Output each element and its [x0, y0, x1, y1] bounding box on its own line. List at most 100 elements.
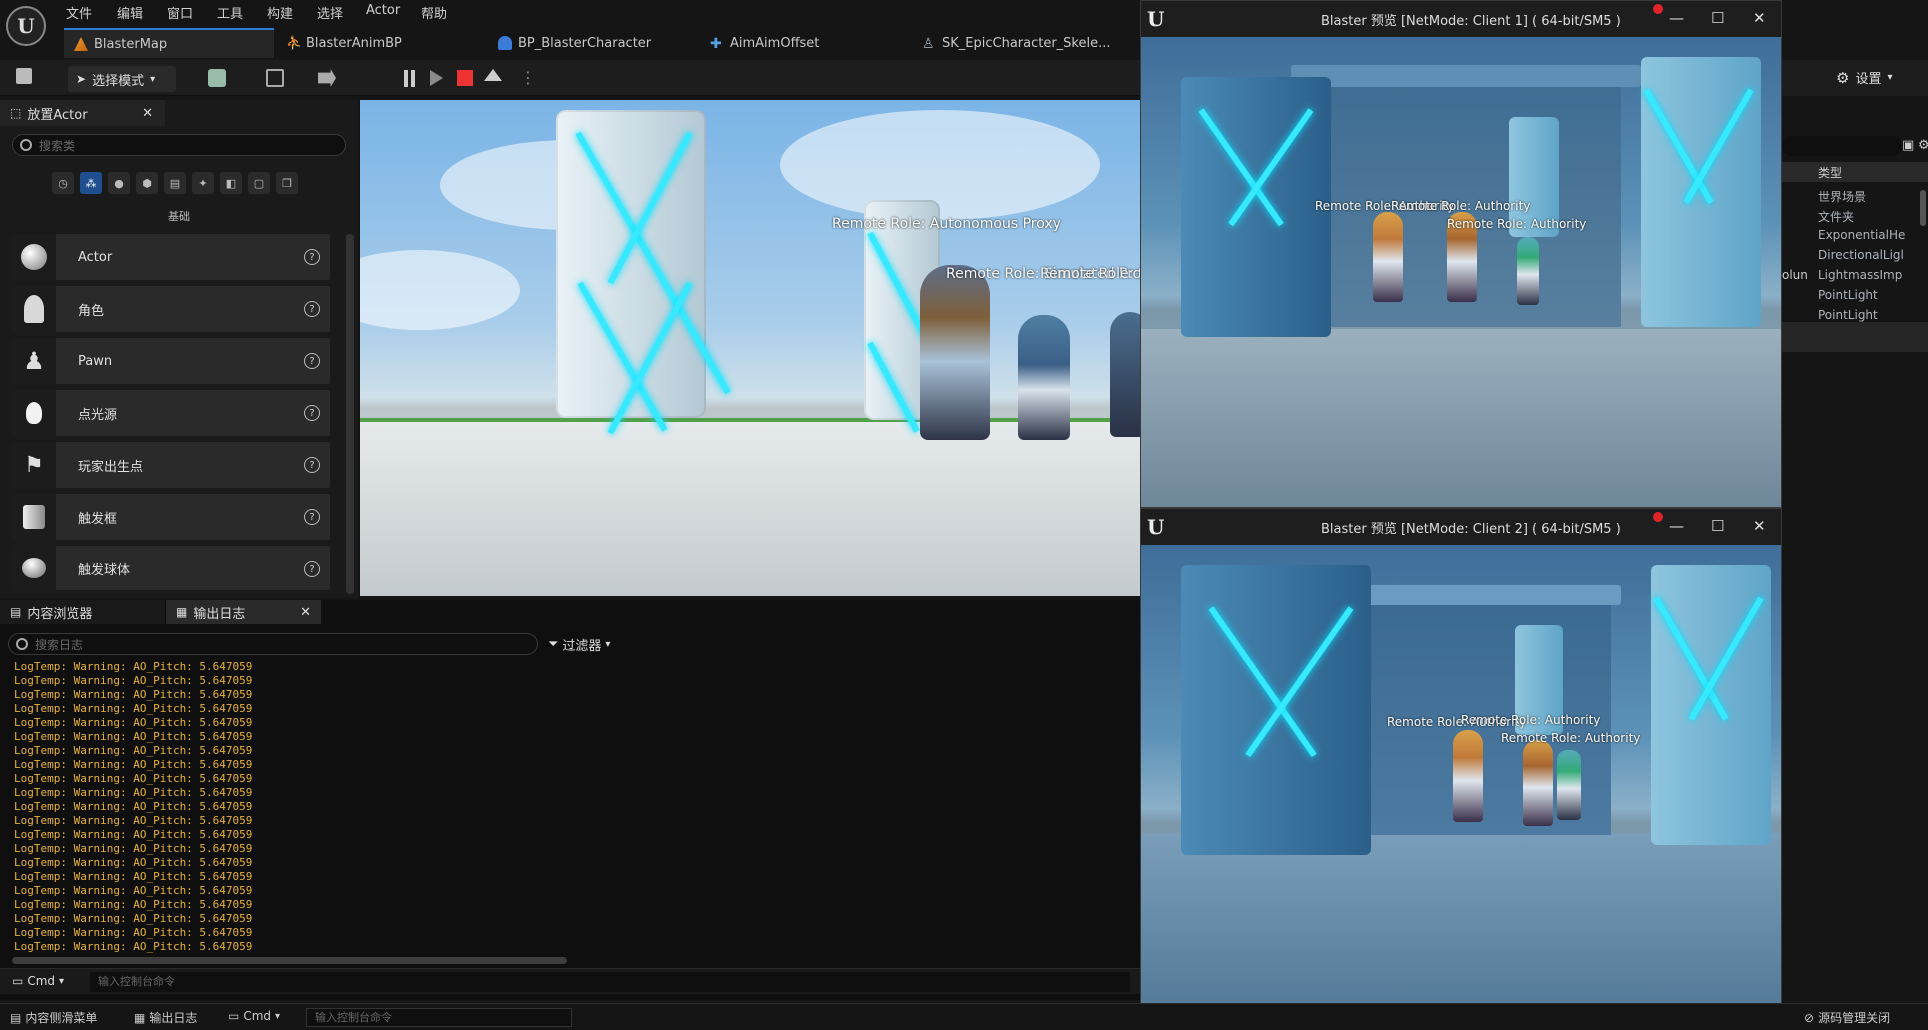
- blueprint-icon[interactable]: [266, 69, 284, 87]
- actor-item-point-light[interactable]: 点光源 ?: [12, 390, 330, 436]
- tab-blastermap[interactable]: BlasterMap: [64, 28, 274, 58]
- menu-tools[interactable]: 工具: [217, 3, 243, 22]
- selection-mode-dropdown[interactable]: ➤ 选择模式 ▾: [68, 66, 176, 92]
- tab-aimaimoffset[interactable]: ✚ AimAimOffset: [700, 28, 910, 58]
- chevron-down-icon: ▾: [605, 639, 611, 650]
- console-command-input[interactable]: 输入控制台命令: [90, 972, 1130, 992]
- level-viewport[interactable]: Remote Role: Autonomous Proxy Remote Rol…: [360, 100, 1140, 596]
- outliner-scrollbar[interactable]: [1920, 190, 1926, 226]
- cinematics-icon[interactable]: [318, 69, 336, 87]
- tab-blasteranimbp[interactable]: ⛹ BlasterAnimBP: [276, 28, 486, 58]
- point-light-icon: [12, 390, 56, 436]
- close-icon[interactable]: ✕: [1753, 9, 1766, 27]
- menu-actor[interactable]: Actor: [366, 3, 400, 18]
- shapes-icon[interactable]: ⬢: [136, 172, 158, 194]
- all-classes-icon[interactable]: ❐: [276, 172, 298, 194]
- cmd-label: Cmd: [243, 1009, 272, 1023]
- outliner-row[interactable]: 文件夹: [1818, 208, 1854, 225]
- help-icon[interactable]: ?: [304, 405, 320, 421]
- log-horizontal-scrollbar[interactable]: [12, 957, 567, 964]
- help-icon[interactable]: ?: [304, 301, 320, 317]
- tab-content-browser[interactable]: ▤ 内容浏览器: [0, 600, 165, 624]
- tab-bp-blastercharacter[interactable]: BP_BlasterCharacter: [488, 28, 698, 58]
- class-search-input[interactable]: 搜索类: [12, 134, 346, 156]
- console-command-input[interactable]: 输入控制台命令: [306, 1008, 572, 1027]
- log-search-input[interactable]: 搜索日志: [8, 633, 538, 655]
- settings-dropdown[interactable]: ⚙ 设置 ▾: [1836, 68, 1893, 88]
- menu-select[interactable]: 选择: [317, 3, 343, 22]
- add-folder-icon[interactable]: ▣: [1902, 138, 1914, 153]
- client1-title-bar[interactable]: U Blaster 预览 [NetMode: Client 1] ( 64-bi…: [1141, 1, 1781, 37]
- add-content-icon[interactable]: [208, 69, 226, 87]
- filter-dropdown[interactable]: ⏷ 过滤器 ▾: [548, 635, 610, 654]
- outliner-row[interactable]: PointLight: [1818, 308, 1878, 322]
- client1-game-view[interactable]: Remote Role: Authority Remote Role: Auth…: [1141, 37, 1781, 507]
- help-icon[interactable]: ?: [304, 353, 320, 369]
- cmd-dropdown[interactable]: ▭ Cmd ▾: [228, 1009, 280, 1023]
- cmd-dropdown[interactable]: ▭ Cmd ▾: [12, 974, 64, 988]
- stop-icon[interactable]: [457, 70, 473, 86]
- content-drawer-button[interactable]: ▤ 内容侧滑菜单: [10, 1009, 97, 1026]
- minimize-icon[interactable]: —: [1669, 517, 1684, 535]
- close-icon[interactable]: ✕: [142, 106, 153, 121]
- log-line: LogTemp: Warning: AO_Pitch: 5.647059: [14, 674, 253, 687]
- visual-effects-icon[interactable]: ✦: [192, 172, 214, 194]
- minimize-icon[interactable]: —: [1669, 9, 1684, 27]
- tab-sk-epiccharacter[interactable]: ♙ SK_EpicCharacter_Skele...: [912, 28, 1142, 58]
- category-title: 基础: [168, 210, 190, 223]
- unreal-logo-icon[interactable]: U: [6, 6, 46, 46]
- pause-icon[interactable]: [404, 70, 408, 87]
- outliner-type-header[interactable]: 类型: [1818, 164, 1842, 181]
- client2-game-view[interactable]: Remote Role: Authority Remote Role: Auth…: [1141, 545, 1781, 1024]
- light-icon[interactable]: ●: [108, 172, 130, 194]
- menu-file[interactable]: 文件: [66, 3, 92, 22]
- maximize-icon[interactable]: ☐: [1711, 9, 1724, 27]
- tab-output-log[interactable]: ▦ 输出日志 ✕: [166, 600, 321, 624]
- menu-window[interactable]: 窗口: [167, 3, 193, 22]
- output-log-button[interactable]: ▦ 输出日志: [134, 1009, 197, 1026]
- actor-item-label: Pawn: [78, 353, 113, 369]
- output-log-label: 输出日志: [149, 1011, 198, 1025]
- close-icon[interactable]: ✕: [300, 605, 311, 620]
- outliner-row[interactable]: DirectionalLigl: [1818, 248, 1904, 262]
- help-icon[interactable]: ?: [304, 249, 320, 265]
- actor-item-trigger-box[interactable]: 触发框 ?: [12, 494, 330, 540]
- more-options-icon[interactable]: ⋮: [520, 68, 536, 87]
- basic-icon[interactable]: ⁂: [80, 172, 102, 194]
- gear-icon[interactable]: ⚙: [1918, 138, 1928, 153]
- menu-build[interactable]: 构建: [267, 3, 293, 22]
- menu-edit[interactable]: 编辑: [117, 3, 143, 22]
- maximize-icon[interactable]: ☐: [1711, 517, 1724, 535]
- outliner-row[interactable]: ExponentialHe: [1818, 228, 1905, 242]
- outliner-row[interactable]: PointLight: [1818, 288, 1878, 302]
- place-actor-tab[interactable]: ⬚ 放置Actor ✕: [0, 100, 165, 126]
- outliner-row[interactable]: 世界场景: [1818, 188, 1866, 205]
- close-icon[interactable]: ✕: [1753, 517, 1766, 535]
- actor-item-trigger-sphere[interactable]: 触发球体 ?: [12, 545, 330, 591]
- source-control-button[interactable]: ⊘ 源码管理关闭: [1804, 1009, 1890, 1026]
- volumes-icon[interactable]: ▢: [248, 172, 270, 194]
- outliner-truncated-text: olun: [1782, 268, 1808, 282]
- help-icon[interactable]: ?: [304, 561, 320, 577]
- cinematic-icon[interactable]: ▤: [164, 172, 186, 194]
- source-control-label: 源码管理关闭: [1818, 1011, 1891, 1025]
- log-line: LogTemp: Warning: AO_Pitch: 5.647059: [14, 898, 253, 911]
- step-frame-icon[interactable]: [430, 70, 443, 86]
- actor-list-scrollbar[interactable]: [346, 234, 354, 594]
- actor-item-pawn[interactable]: ♟ Pawn ?: [12, 338, 330, 384]
- actor-item-actor[interactable]: Actor ?: [12, 234, 330, 280]
- client2-title-bar[interactable]: U Blaster 预览 [NetMode: Client 2] ( 64-bi…: [1141, 509, 1781, 545]
- save-icon[interactable]: [16, 68, 32, 84]
- outliner-search-input[interactable]: [1782, 136, 1902, 156]
- actor-item-character[interactable]: 角色 ?: [12, 286, 330, 332]
- help-icon[interactable]: ?: [304, 457, 320, 473]
- archway-roof: [1341, 585, 1621, 605]
- eject-icon[interactable]: [484, 69, 502, 81]
- help-icon[interactable]: ?: [304, 509, 320, 525]
- actor-item-player-start[interactable]: ⚑ 玩家出生点 ?: [12, 442, 330, 488]
- menu-help[interactable]: 帮助: [421, 3, 447, 22]
- filter-label: 过滤器: [562, 639, 602, 654]
- outliner-row[interactable]: LightmassImp: [1818, 268, 1902, 282]
- recent-icon[interactable]: ◷: [52, 172, 74, 194]
- geometry-icon[interactable]: ◧: [220, 172, 242, 194]
